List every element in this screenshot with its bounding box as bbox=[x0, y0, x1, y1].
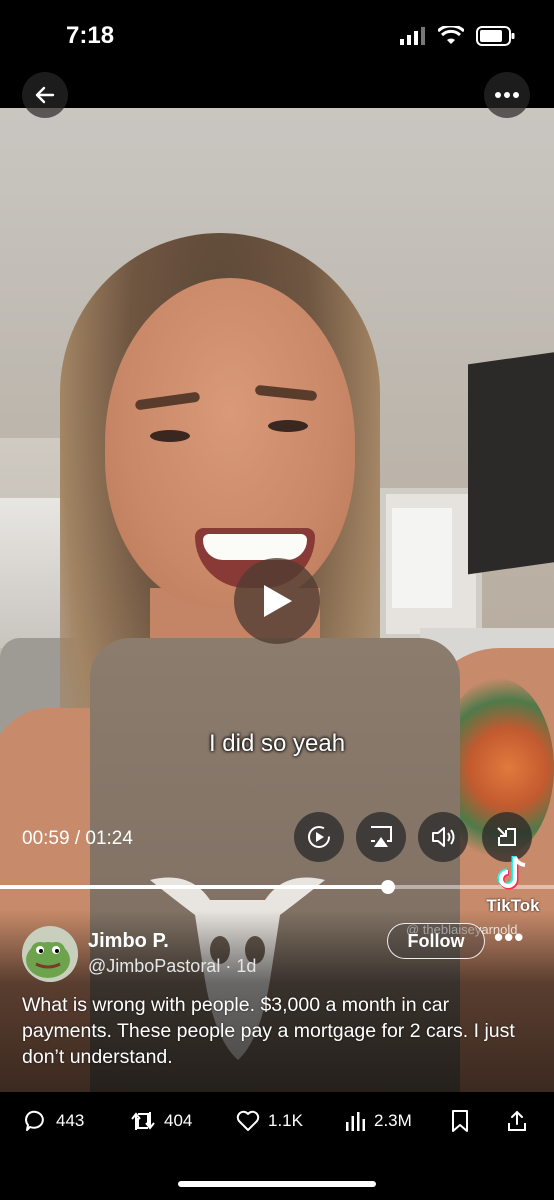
volume-icon bbox=[432, 827, 455, 847]
arrow-left-icon bbox=[35, 86, 55, 104]
handle-and-time[interactable]: @JimboPastoral · 1d bbox=[88, 956, 256, 977]
ellipsis-icon bbox=[495, 92, 519, 98]
follow-button[interactable]: Follow bbox=[387, 923, 485, 959]
video-progress-fill bbox=[0, 885, 388, 889]
exit-fullscreen-icon bbox=[497, 827, 516, 846]
background-door-window bbox=[392, 508, 452, 608]
reply-count: 443 bbox=[56, 1111, 85, 1130]
share-icon bbox=[508, 1110, 526, 1131]
tiktok-brand: TikTok bbox=[486, 896, 540, 915]
cellular-signal-icon bbox=[400, 27, 425, 45]
heart-icon bbox=[236, 1110, 260, 1131]
more-options-button[interactable] bbox=[484, 72, 530, 118]
avatar[interactable] bbox=[22, 926, 78, 982]
status-icons bbox=[400, 26, 516, 46]
wifi-icon bbox=[438, 26, 464, 44]
video-progress-knob[interactable] bbox=[380, 880, 395, 894]
repost-button[interactable]: 404 bbox=[130, 1106, 192, 1136]
airplay-icon bbox=[371, 826, 392, 847]
battery-icon bbox=[476, 26, 515, 46]
replay-icon bbox=[308, 826, 330, 848]
play-icon bbox=[264, 585, 292, 617]
status-time: 7:18 bbox=[66, 22, 115, 49]
frog-avatar-icon bbox=[22, 926, 78, 982]
volume-button[interactable] bbox=[418, 812, 468, 862]
post-author: Jimbo P. @JimboPastoral · 1d Follow ••• bbox=[22, 922, 542, 984]
like-button[interactable]: 1.1K bbox=[236, 1106, 303, 1136]
analytics-icon bbox=[346, 1112, 365, 1131]
display-name[interactable]: Jimbo P. bbox=[88, 930, 169, 953]
like-count: 1.1K bbox=[268, 1111, 303, 1130]
post-text: What is wrong with people. $3,000 a mont… bbox=[22, 994, 515, 1068]
home-indicator bbox=[178, 1181, 376, 1187]
back-button[interactable] bbox=[22, 72, 68, 118]
video-time: 00:59 / 01:24 bbox=[22, 828, 133, 849]
share-button[interactable] bbox=[506, 1106, 528, 1136]
video-caption: I did so yeah bbox=[208, 730, 346, 757]
replay-button[interactable] bbox=[294, 812, 344, 862]
view-count: 2.3M bbox=[374, 1111, 412, 1130]
reply-icon bbox=[25, 1110, 44, 1131]
person-eye-right bbox=[268, 420, 308, 432]
repost-count: 404 bbox=[164, 1111, 193, 1130]
video-controls: 00:59 / 01:24 bbox=[0, 812, 554, 862]
person-teeth bbox=[203, 534, 307, 560]
views-button[interactable]: 2.3M bbox=[344, 1106, 412, 1136]
airplay-button[interactable] bbox=[356, 812, 406, 862]
video-progress-bar[interactable] bbox=[0, 880, 554, 894]
repost-icon bbox=[131, 1112, 155, 1130]
post-more-button[interactable]: ••• bbox=[494, 922, 524, 953]
bookmark-button[interactable] bbox=[450, 1106, 470, 1136]
status-bar: 7:18 bbox=[0, 0, 554, 80]
top-nav bbox=[0, 80, 554, 108]
person-eye-left bbox=[150, 430, 190, 442]
reply-button[interactable]: 443 bbox=[24, 1106, 84, 1136]
play-button[interactable] bbox=[234, 558, 320, 644]
bookmark-icon bbox=[452, 1110, 468, 1132]
tiktok-watermark: TikTok bbox=[478, 855, 548, 916]
background-tv bbox=[468, 351, 554, 575]
tiktok-logo-icon bbox=[497, 856, 526, 890]
